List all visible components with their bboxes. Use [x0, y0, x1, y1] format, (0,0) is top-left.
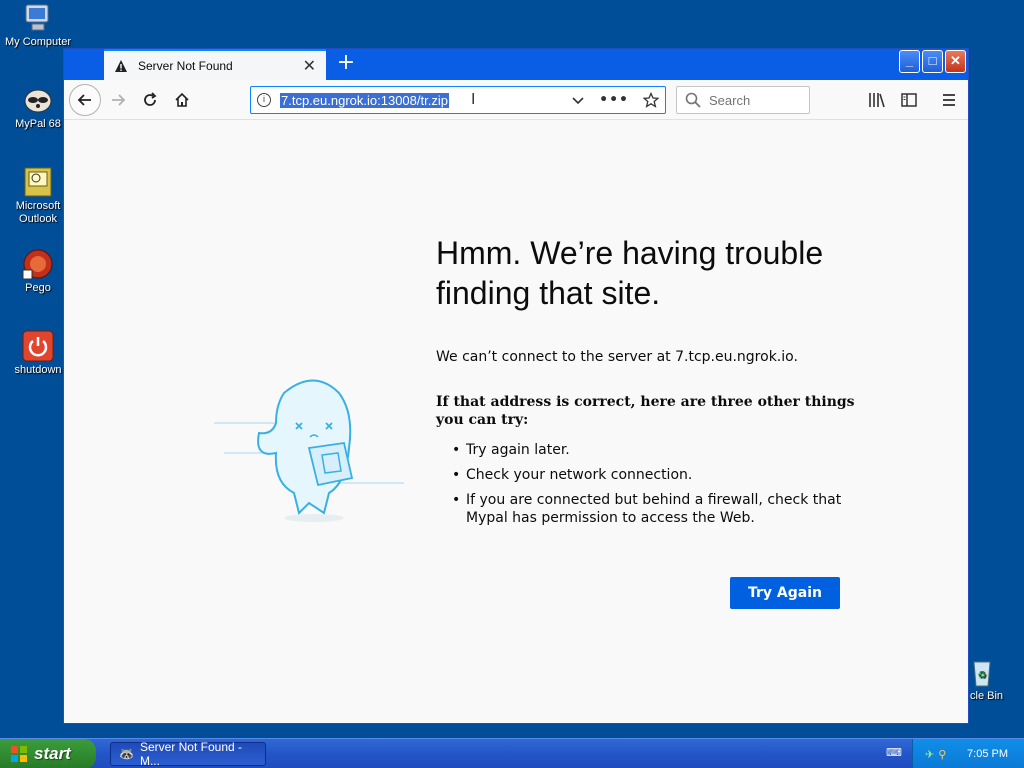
search-box[interactable]: Search	[676, 86, 810, 114]
error-page: Hmm. We’re having trouble finding that s…	[64, 121, 968, 723]
close-window-button[interactable]: ✕	[945, 50, 966, 73]
raccoon-browser-icon	[22, 84, 54, 116]
home-icon	[175, 92, 189, 107]
pego-icon	[22, 248, 54, 280]
back-button[interactable]	[69, 84, 101, 116]
browser-window: Server Not Found ✕ + _ □ ✕ i 7.tcp.eu.ng…	[63, 48, 969, 724]
home-button[interactable]	[168, 86, 196, 114]
computer-icon	[22, 2, 54, 34]
list-item: Try again later.	[436, 441, 856, 459]
power-icon	[22, 330, 54, 362]
page-actions-icon[interactable]: •••	[599, 92, 629, 108]
suggestions-title: If that address is correct, here are thr…	[436, 394, 855, 428]
recycle-bin-icon: ♻	[966, 656, 998, 688]
try-again-button[interactable]: Try Again	[730, 577, 840, 609]
arrow-right-icon	[112, 94, 126, 106]
svg-text:♻: ♻	[978, 670, 987, 681]
library-icon	[869, 93, 885, 108]
maximize-button[interactable]: □	[922, 50, 943, 73]
raccoon-browser-icon: 🦝	[119, 747, 134, 761]
taskbar: start 🦝 Server Not Found - M... ⌨ ✈ ⚲ 7:…	[0, 738, 1024, 768]
list-item: Check your network connection.	[436, 466, 856, 484]
taskbar-item-browser[interactable]: 🦝 Server Not Found - M...	[110, 740, 266, 768]
start-button[interactable]: start	[0, 739, 96, 768]
network-icon[interactable]: ✈	[925, 748, 934, 761]
info-icon[interactable]: i	[257, 93, 271, 107]
search-icon	[685, 92, 701, 108]
search-tray-icon[interactable]: ⚲	[938, 748, 946, 761]
windows-logo-icon	[11, 746, 27, 762]
outlook-icon	[22, 166, 54, 198]
start-label: start	[34, 744, 71, 763]
window-controls: _ □ ✕	[899, 50, 966, 73]
arrow-left-icon	[77, 94, 91, 106]
list-item: If you are connected but behind a firewa…	[436, 491, 856, 527]
connection-error-illustration	[214, 379, 404, 522]
new-tab-button[interactable]: +	[334, 52, 358, 76]
taskbar-item-label: Server Not Found - M...	[139, 740, 242, 768]
error-message: We can’t connect to the server at 7.tcp.…	[436, 349, 798, 365]
library-button[interactable]	[866, 89, 888, 111]
chevron-down-icon[interactable]	[571, 93, 585, 107]
tab-strip: Server Not Found ✕ + _ □ ✕	[64, 49, 968, 80]
url-bar[interactable]: i 7.tcp.eu.ngrok.io:13008/tr.zip I •••	[250, 86, 666, 114]
tab-server-not-found[interactable]: Server Not Found ✕	[104, 49, 326, 80]
clock[interactable]: 7:05 PM	[967, 748, 1008, 760]
minimize-button[interactable]: _	[899, 50, 920, 73]
suggestions-list: Try again later. Check your network conn…	[436, 441, 856, 527]
error-content: Hmm. We’re having trouble finding that s…	[436, 233, 856, 534]
sidebar-button[interactable]	[898, 89, 920, 111]
system-tray: ✈ ⚲ 7:05 PM	[912, 739, 1024, 768]
navigation-toolbar: i 7.tcp.eu.ngrok.io:13008/tr.zip I ••• S…	[64, 80, 968, 120]
forward-button[interactable]	[104, 86, 132, 114]
tab-title: Server Not Found	[138, 58, 233, 73]
reload-icon	[144, 92, 157, 106]
reload-button[interactable]	[136, 86, 164, 114]
desktop-icon-my-computer[interactable]: My Computer	[0, 2, 76, 49]
error-heading: Hmm. We’re having trouble finding that s…	[436, 235, 824, 311]
sidebar-icon	[901, 93, 917, 107]
keyboard-icon[interactable]: ⌨	[886, 746, 902, 760]
text-cursor-icon: I	[470, 91, 476, 108]
hamburger-menu-icon	[943, 94, 955, 106]
star-icon[interactable]	[643, 92, 659, 108]
close-tab-icon[interactable]: ✕	[303, 57, 316, 74]
menu-button[interactable]	[938, 89, 960, 111]
warning-icon	[115, 59, 127, 72]
url-text[interactable]: 7.tcp.eu.ngrok.io:13008/tr.zip	[280, 92, 449, 108]
search-placeholder: Search	[709, 92, 751, 108]
